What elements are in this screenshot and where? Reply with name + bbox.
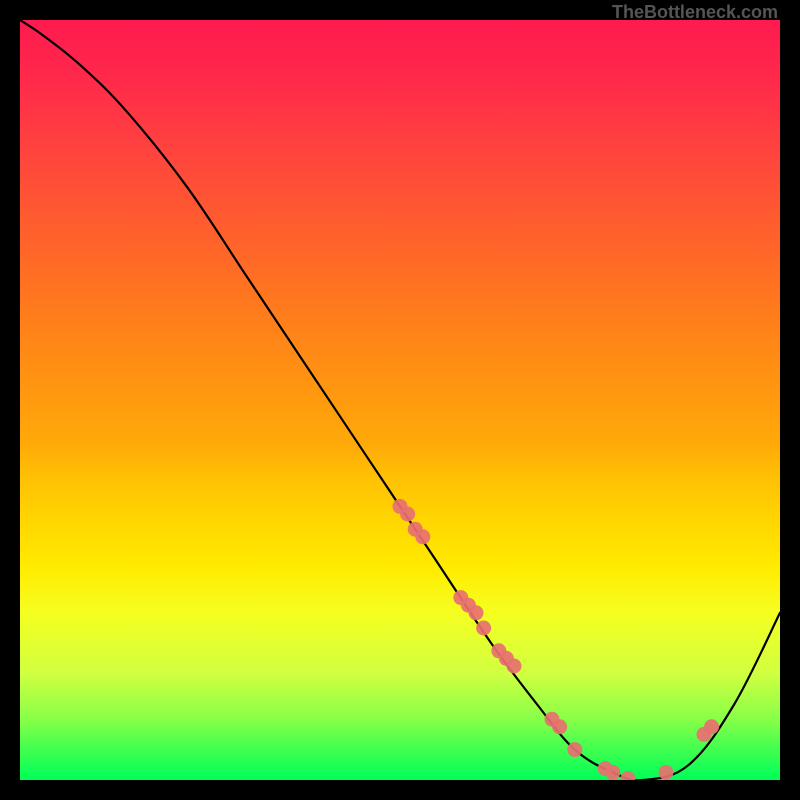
curve-svg	[20, 20, 780, 780]
data-point	[704, 719, 719, 734]
dots-layer	[393, 499, 720, 780]
plot-area	[20, 20, 780, 780]
data-point	[469, 605, 484, 620]
data-point	[415, 529, 430, 544]
data-point	[400, 507, 415, 522]
data-point	[567, 742, 582, 757]
data-point	[476, 621, 491, 636]
chart-frame: TheBottleneck.com	[0, 0, 800, 800]
data-point	[659, 765, 674, 780]
watermark-text: TheBottleneck.com	[612, 2, 778, 23]
data-point	[605, 765, 620, 780]
data-point	[621, 771, 636, 780]
data-point	[552, 719, 567, 734]
bottleneck-curve	[20, 20, 780, 780]
data-point	[507, 659, 522, 674]
